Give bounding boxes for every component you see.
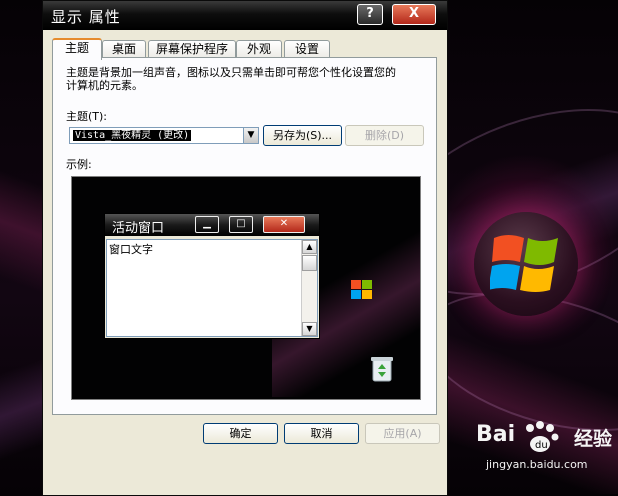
- apply-button[interactable]: 应用(A): [365, 423, 440, 444]
- tab-desktop[interactable]: 桌面: [102, 40, 146, 58]
- preview-title-bar: 活动窗口 ▁ □ ✕: [105, 214, 319, 236]
- tab-theme[interactable]: 主题: [52, 38, 102, 60]
- preview-active-window: 活动窗口 ▁ □ ✕ 窗口文字 ▲ ▼: [104, 213, 320, 339]
- theme-description: 主题是背景加一组声音，图标以及只需单击即可帮您个性化设置您的计算机的元素。: [66, 66, 396, 92]
- save-as-button[interactable]: 另存为(S)...: [263, 125, 342, 146]
- tab-appearance[interactable]: 外观: [236, 40, 282, 58]
- close-icon: X: [408, 6, 420, 21]
- tab-screensaver[interactable]: 屏幕保护程序: [148, 40, 236, 58]
- baidu-paw-icon: du: [520, 420, 560, 458]
- close-button[interactable]: X: [392, 4, 436, 25]
- display-properties-dialog: 显示 属性 ? X 主题 桌面 屏幕保护程序 外观 设置 主题是背景加一组声音，…: [42, 0, 448, 496]
- ok-button[interactable]: 确定: [203, 423, 278, 444]
- theme-label: 主题(T):: [66, 110, 108, 123]
- watermark-url: jingyan.baidu.com: [486, 458, 588, 471]
- baidu-watermark: Bai du 经验 jingyan.baidu.com: [476, 418, 618, 494]
- preview-window-body: 窗口文字 ▲ ▼: [106, 239, 318, 337]
- preview-window-title: 活动窗口: [112, 221, 165, 236]
- close-icon: ✕: [263, 216, 305, 233]
- scroll-thumb: [302, 255, 317, 271]
- tab-settings[interactable]: 设置: [284, 40, 330, 58]
- windows-logo-icon: [474, 212, 578, 316]
- dropdown-arrow-icon[interactable]: ▼: [243, 127, 259, 144]
- window-title: 显示 属性: [51, 8, 121, 26]
- help-icon: ?: [366, 6, 374, 21]
- theme-dropdown[interactable]: Vista_黑夜精灵 (更改): [69, 127, 259, 144]
- windows-logo-icon: [350, 279, 374, 305]
- delete-button[interactable]: 删除(D): [345, 125, 424, 146]
- preview-label: 示例:: [66, 158, 92, 171]
- preview-window-text: 窗口文字: [109, 243, 153, 256]
- theme-panel: 主题是背景加一组声音，图标以及只需单击即可帮您个性化设置您的计算机的元素。 主题…: [52, 57, 437, 415]
- help-button[interactable]: ?: [357, 4, 383, 25]
- watermark-brand: Bai: [476, 422, 516, 447]
- maximize-icon: □: [229, 216, 253, 233]
- cancel-button[interactable]: 取消: [284, 423, 359, 444]
- preview-scrollbar: ▲ ▼: [301, 240, 317, 336]
- scroll-up-icon: ▲: [302, 240, 317, 254]
- theme-selected-value: Vista_黑夜精灵 (更改): [73, 130, 192, 141]
- scroll-down-icon: ▼: [302, 322, 317, 336]
- title-bar[interactable]: 显示 属性 ? X: [43, 1, 447, 30]
- minimize-icon: ▁: [195, 216, 219, 233]
- recycle-bin-icon: [370, 355, 394, 383]
- watermark-brand2: 经验: [574, 428, 613, 450]
- theme-preview: 活动窗口 ▁ □ ✕ 窗口文字 ▲ ▼: [71, 176, 421, 400]
- svg-text:du: du: [535, 440, 548, 451]
